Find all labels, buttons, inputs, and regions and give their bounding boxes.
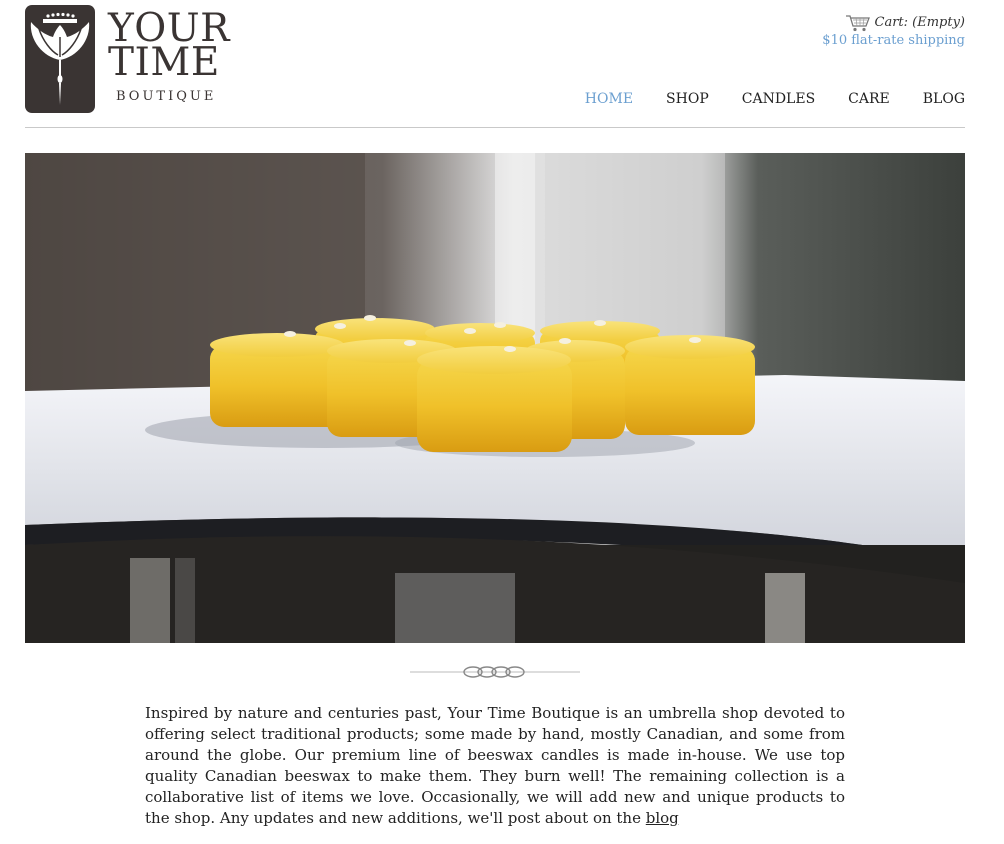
flower-pin-icon xyxy=(30,12,90,105)
cart-area: Cart: (Empty) $10 flat-rate shipping xyxy=(822,14,965,49)
nav-item-blog[interactable]: BLOG xyxy=(923,91,965,107)
logo-line-time: TIME xyxy=(108,40,220,85)
nav-item-candles[interactable]: CANDLES xyxy=(742,91,815,107)
intro-text: Inspired by nature and centuries past, Y… xyxy=(145,704,845,827)
hero-image-beeswax-candles xyxy=(25,153,965,643)
intro-paragraph: Inspired by nature and centuries past, Y… xyxy=(145,703,845,829)
logo-mark[interactable] xyxy=(25,5,95,113)
logo-wordmark[interactable]: YOUR TIME BOUTIQUE xyxy=(108,9,230,104)
nav-item-home[interactable]: HOME xyxy=(585,91,633,107)
main-nav: HOME SHOP CANDLES CARE BLOG xyxy=(585,91,965,107)
cart-label: Cart: (Empty) xyxy=(874,15,966,30)
shipping-link[interactable]: $10 flat-rate shipping xyxy=(822,33,965,49)
header-divider xyxy=(25,127,965,128)
shopping-cart-icon xyxy=(845,15,870,32)
nav-item-shop[interactable]: SHOP xyxy=(666,91,709,107)
blog-link[interactable]: blog xyxy=(646,809,679,827)
ornament-divider-icon xyxy=(410,666,580,678)
nav-item-care[interactable]: CARE xyxy=(848,91,890,107)
logo-line-boutique: BOUTIQUE xyxy=(116,89,217,104)
cart-link[interactable]: Cart: (Empty) xyxy=(822,14,965,32)
